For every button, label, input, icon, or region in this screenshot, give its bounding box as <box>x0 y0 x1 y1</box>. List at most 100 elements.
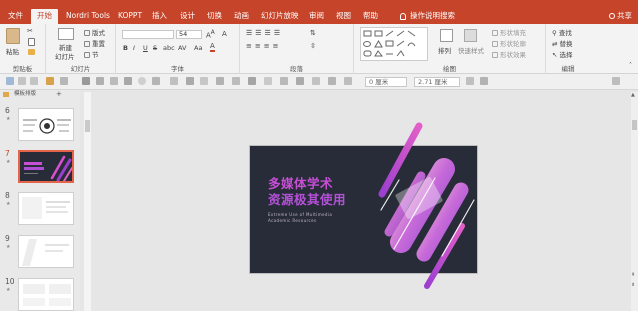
thumbnail-9[interactable] <box>18 235 74 268</box>
replace-button[interactable]: ⇄ 替换 <box>552 38 573 48</box>
list-buttons[interactable]: ☰☰☰☰ <box>246 29 283 37</box>
format-painter-icon[interactable] <box>28 49 35 55</box>
bold-button[interactable]: B <box>123 44 128 52</box>
align-text-button[interactable]: ⇳ <box>310 42 316 50</box>
tell-me-search[interactable]: 操作说明搜索 <box>400 9 455 23</box>
shape-icon[interactable] <box>82 77 90 85</box>
shapes-gallery[interactable] <box>360 27 428 61</box>
distribute-icon[interactable] <box>186 77 194 85</box>
section-button[interactable]: 节 <box>84 49 99 59</box>
lock-ratio-icon[interactable] <box>466 77 474 85</box>
tab-insert[interactable]: 插入 <box>152 9 167 24</box>
layer-icon[interactable] <box>170 77 178 85</box>
case-button[interactable]: Aa <box>194 44 202 52</box>
share-button[interactable]: 共享 <box>609 9 632 23</box>
shape-height-input[interactable]: 2.71 厘米 <box>414 77 460 87</box>
comment-icon[interactable] <box>344 77 352 85</box>
thumbnail-scrollbar[interactable] <box>84 92 91 311</box>
prev-slide-icon[interactable]: ⇞ <box>631 272 635 278</box>
tab-review[interactable]: 审阅 <box>309 9 324 24</box>
grid-icon[interactable] <box>124 77 132 85</box>
align-icon[interactable] <box>60 77 68 85</box>
share-label: 共享 <box>617 11 632 20</box>
thumb-num-10: 10 <box>5 277 15 286</box>
tab-animations[interactable]: 动画 <box>234 9 249 24</box>
circle-icon[interactable] <box>138 77 146 85</box>
rotate-icon[interactable] <box>200 77 208 85</box>
size-icon[interactable] <box>480 77 488 85</box>
text-icon[interactable] <box>152 77 160 85</box>
clear-format-button[interactable]: A <box>222 30 227 38</box>
tab-file[interactable]: 文件 <box>8 9 23 24</box>
arrange-icon[interactable] <box>440 29 453 42</box>
quick-styles-icon[interactable] <box>464 29 477 42</box>
copy-icon[interactable] <box>28 38 35 46</box>
collapse-ribbon-icon[interactable]: ˄ <box>629 62 632 69</box>
arrange-button[interactable]: 排列 <box>438 45 451 55</box>
paste-icon[interactable] <box>6 28 20 44</box>
link-icon[interactable] <box>328 77 336 85</box>
quick-styles-button[interactable]: 快速样式 <box>458 45 484 55</box>
thumbnail-6[interactable] <box>18 108 74 141</box>
group-icon[interactable] <box>96 77 104 85</box>
slide-scroll-thumb[interactable] <box>632 120 637 130</box>
tab-design[interactable]: 设计 <box>180 9 195 24</box>
align-buttons[interactable]: ≡≡≡≡ <box>246 42 281 50</box>
font-name-box[interactable] <box>122 30 174 39</box>
strike-button[interactable]: S <box>153 44 157 52</box>
grow-font-button[interactable]: AA <box>206 30 215 39</box>
thumbnail-8[interactable] <box>18 192 74 225</box>
shape-effects-button[interactable]: 形状效果 <box>492 49 526 59</box>
tab-nordri-tools[interactable]: Nordri Tools <box>66 9 110 24</box>
editing-label: 编辑 <box>561 65 575 73</box>
undo-icon[interactable] <box>18 77 26 85</box>
shadow-button[interactable]: abc <box>163 44 175 52</box>
underline-button[interactable]: U <box>143 44 148 52</box>
italic-button[interactable]: I <box>133 44 135 52</box>
cut-icon[interactable]: ✂ <box>27 27 33 35</box>
thumbnail-7[interactable] <box>18 150 74 183</box>
layout-button[interactable]: 版式 <box>84 27 105 37</box>
crop-icon[interactable] <box>110 77 118 85</box>
tab-home[interactable]: 开始 <box>31 9 58 24</box>
table-icon[interactable] <box>296 77 304 85</box>
thumbnail-10[interactable] <box>18 278 74 311</box>
shape-width-input[interactable]: 0 厘米 <box>365 77 407 87</box>
add-icon[interactable]: + <box>56 90 62 99</box>
text-direction-button[interactable]: ⇅ <box>310 29 316 37</box>
shape-outline-button[interactable]: 形状轮廓 <box>492 38 526 48</box>
more-icon[interactable] <box>612 77 620 85</box>
paste-button[interactable]: 粘贴 <box>6 46 19 56</box>
find-button[interactable]: ⚲ 查找 <box>552 27 572 37</box>
save-icon[interactable] <box>6 77 14 85</box>
tab-view[interactable]: 视图 <box>336 9 351 24</box>
media-icon[interactable] <box>312 77 320 85</box>
thumbnail-scroll-thumb[interactable] <box>85 120 90 132</box>
redo-icon[interactable] <box>30 77 38 85</box>
format-icon[interactable] <box>46 77 54 85</box>
tab-transitions[interactable]: 切换 <box>207 9 222 24</box>
drawing-group: 排列 快速样式 形状填充 形状轮廓 形状效果 绘图 <box>354 24 546 74</box>
font-group: 54 AA A B I U S abc AV Aa A 字体 <box>116 24 240 74</box>
reset-button[interactable]: 重置 <box>84 38 105 48</box>
next-slide-icon[interactable]: ⇟ <box>631 282 635 288</box>
tab-help[interactable]: 帮助 <box>363 9 378 24</box>
picture-icon[interactable] <box>264 77 272 85</box>
tab-slideshow[interactable]: 幻灯片放映 <box>261 9 299 24</box>
new-slide-icon[interactable] <box>58 28 74 40</box>
font-color-button[interactable]: A <box>210 43 215 52</box>
spacing-button[interactable]: AV <box>178 44 186 52</box>
chart-icon[interactable] <box>280 77 288 85</box>
scroll-up-icon[interactable]: ▲ <box>631 92 635 98</box>
fill-icon[interactable] <box>216 77 224 85</box>
outline-icon[interactable] <box>232 77 240 85</box>
font-size-box[interactable]: 54 <box>176 30 202 39</box>
slide-scrollbar[interactable]: ▲ ⇞ ⇟ <box>631 92 638 311</box>
folder-icon[interactable] <box>3 92 9 97</box>
select-button[interactable]: ↖ 选择 <box>552 49 573 59</box>
effects-icon[interactable] <box>248 77 256 85</box>
tab-koppt[interactable]: KOPPT <box>118 9 142 24</box>
shape-fill-button[interactable]: 形状填充 <box>492 27 526 37</box>
thumb-toolbar-label[interactable]: 模板排版 <box>14 91 36 97</box>
new-slide-label-2[interactable]: 幻灯片 <box>55 51 75 61</box>
